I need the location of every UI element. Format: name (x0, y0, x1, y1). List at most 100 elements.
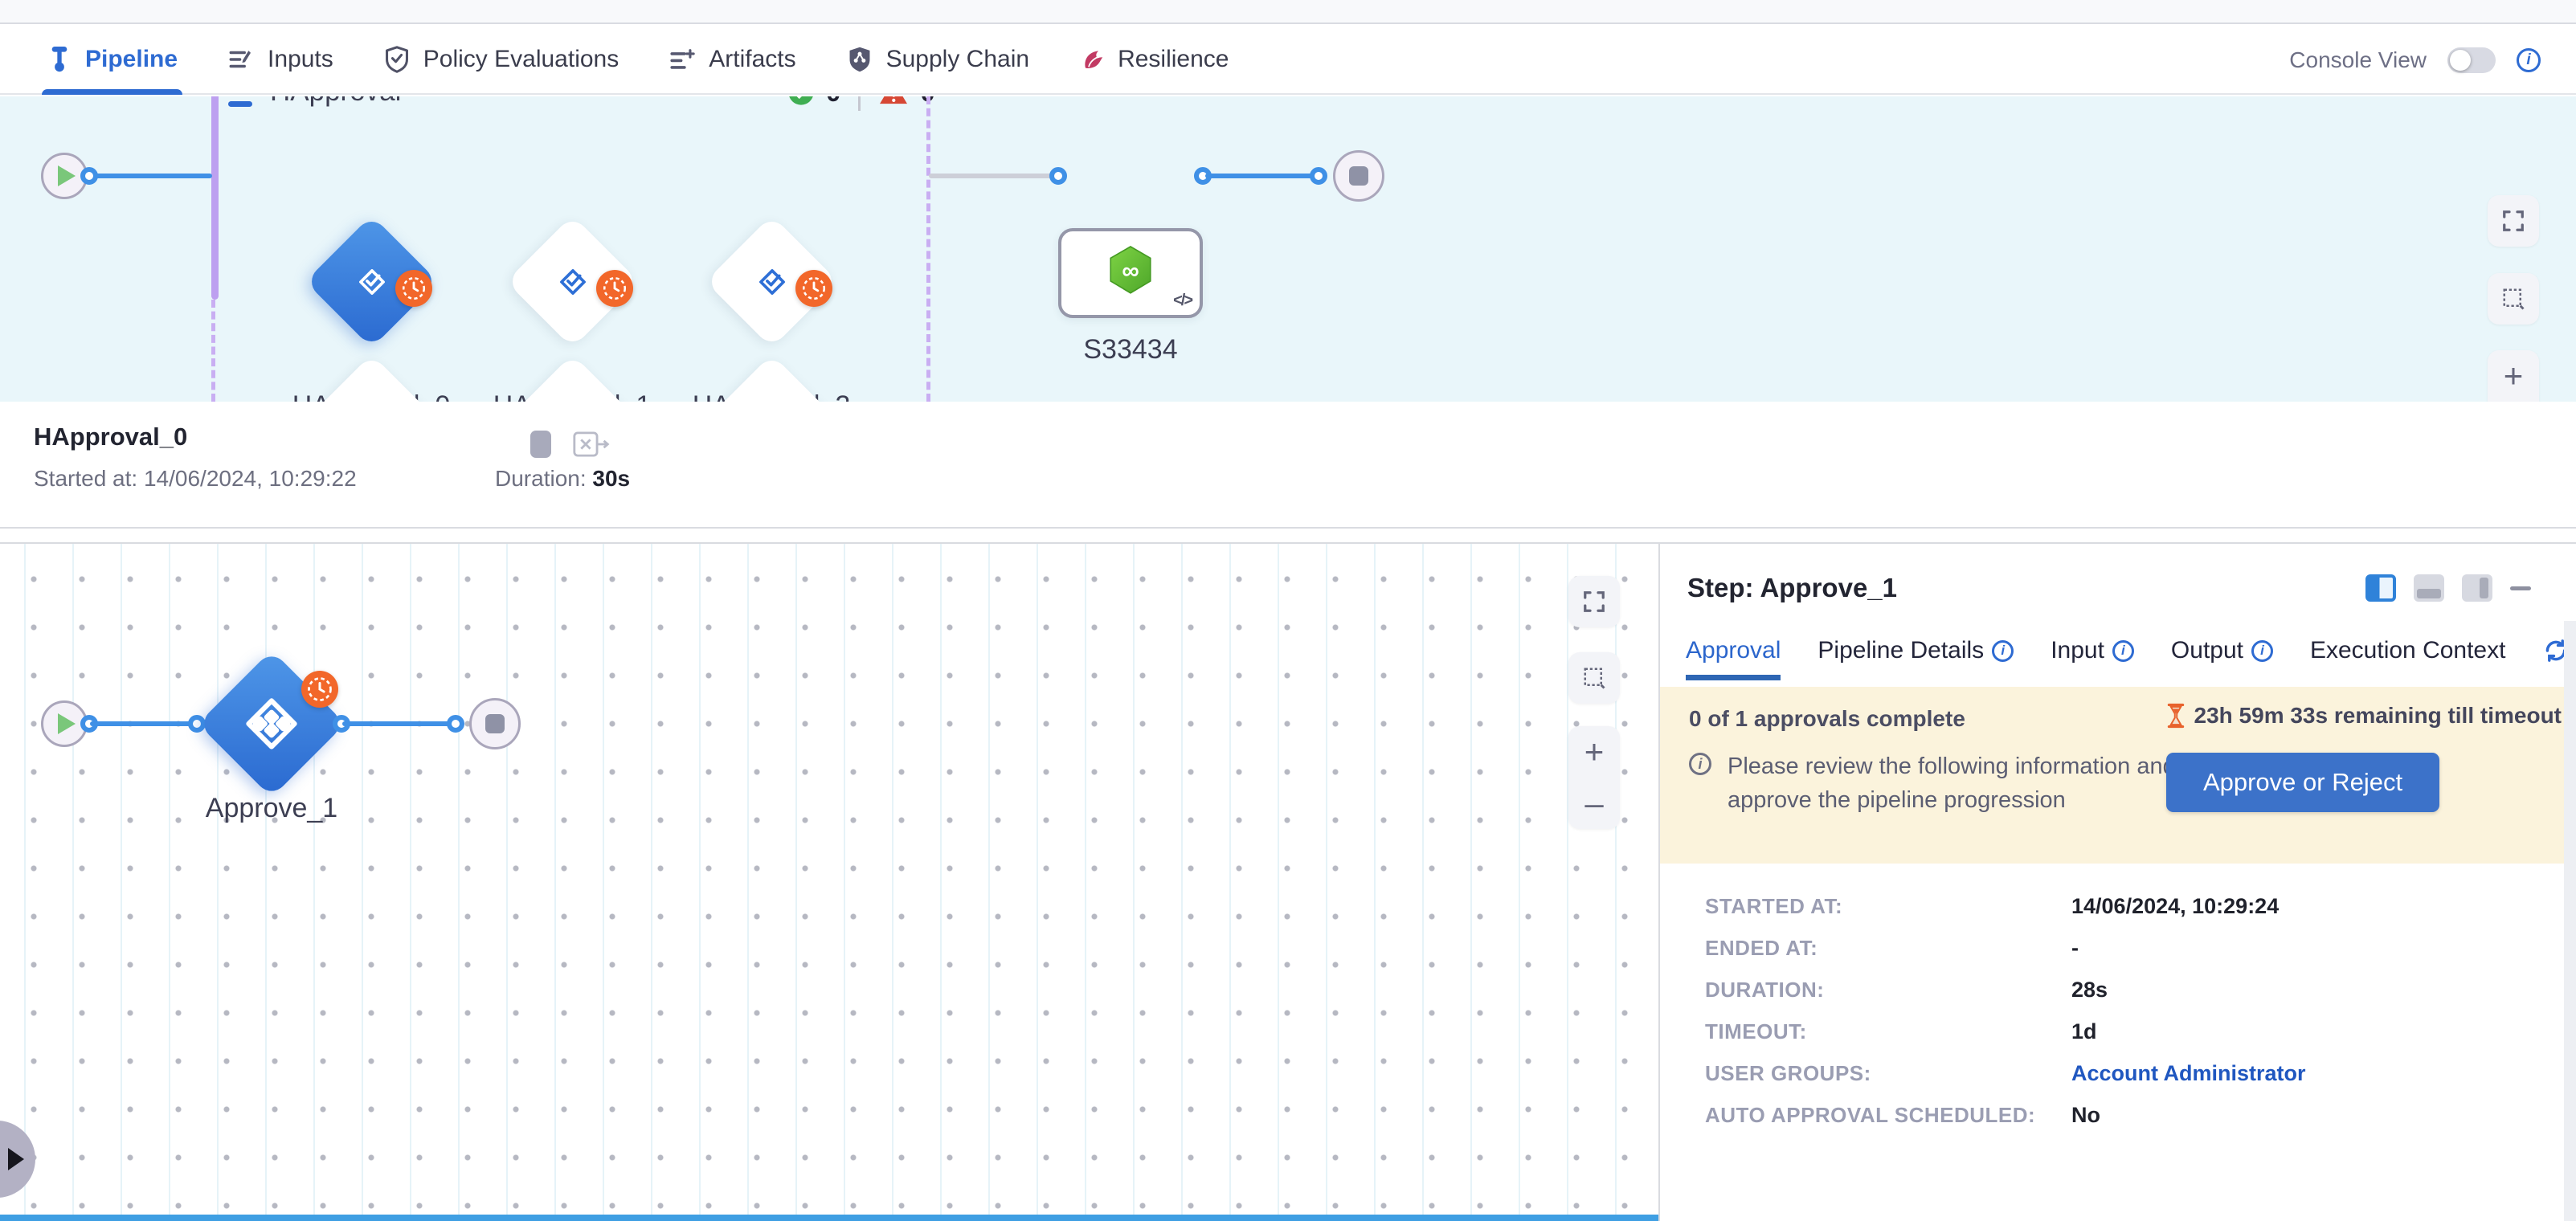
node-label: Approve_1 (206, 793, 337, 824)
window-top-strip (0, 0, 2576, 24)
connector-line (929, 174, 1059, 178)
stage-name: HApproval (270, 96, 401, 108)
step-end-node[interactable] (469, 698, 521, 749)
code-icon: </> (1173, 292, 1192, 310)
tab-label: Inputs (268, 46, 333, 73)
split-view-icon[interactable] (2365, 574, 2396, 602)
panel-layout-controls (2365, 574, 2531, 602)
policy-shield-icon (383, 45, 411, 74)
right-view-icon[interactable] (2462, 574, 2492, 602)
tab-inputs[interactable]: Inputs (227, 26, 333, 93)
connector-line (342, 721, 455, 726)
tab-output[interactable]: Output i (2171, 621, 2273, 680)
step-details-list: STARTED AT: 14/06/2024, 10:29:24 ENDED A… (1705, 894, 2560, 1145)
selection-tool-button[interactable] (2488, 273, 2539, 325)
console-view-label: Console View (2289, 47, 2427, 73)
tab-label: Policy Evaluations (423, 46, 619, 73)
error-badge-icon (878, 96, 909, 106)
timeout-clock-badge (596, 270, 633, 307)
pipeline-end-node[interactable] (1333, 150, 1384, 202)
console-view-toggle[interactable] (2447, 47, 2496, 73)
info-icon: i (2251, 640, 2273, 662)
harness-step-icon: ∞ (1104, 244, 1157, 302)
node-label: S33434 (1083, 334, 1177, 365)
detail-row-user-groups: USER GROUPS: Account Administrator (1705, 1061, 2560, 1086)
panel-tabs: Approval Pipeline Details i Input i Outp… (1686, 621, 2576, 680)
active-tab-underline (42, 89, 182, 95)
connector-line (1205, 174, 1318, 178)
info-icon: i (1689, 753, 1711, 775)
count-divider (858, 96, 861, 111)
fullscreen-button[interactable] (2488, 195, 2539, 247)
step-details-panel: Step: Approve_1 Approval Pipeline Detail… (1658, 544, 2576, 1221)
active-tab-underline (1686, 675, 1781, 680)
zoom-controls: + – (1568, 726, 1620, 829)
step-graph-canvas[interactable]: Approve_1 + – (0, 544, 1658, 1221)
tab-resilience[interactable]: Resilience (1079, 26, 1229, 93)
panel-scrollbar[interactable] (2564, 621, 2576, 1221)
zoom-out-button[interactable]: – (1584, 786, 1603, 820)
fullscreen-button[interactable] (1568, 576, 1620, 627)
tab-pipeline-details[interactable]: Pipeline Details i (1818, 621, 2014, 680)
toggle-knob (2450, 50, 2471, 71)
detail-row-ended-at: ENDED AT: - (1705, 936, 2560, 961)
tab-artifacts[interactable]: Artifacts (669, 26, 795, 93)
detail-row-started-at: STARTED AT: 14/06/2024, 10:29:24 (1705, 894, 2560, 919)
approvals-progress-text: 0 of 1 approvals complete (1689, 706, 1965, 732)
tab-supply-chain[interactable]: Supply Chain (846, 26, 1029, 93)
expand-arrow-icon (8, 1148, 24, 1170)
inputs-icon (227, 46, 255, 73)
tab-label: Pipeline (85, 46, 178, 73)
user-group-link[interactable]: Account Administrator (2071, 1061, 2306, 1086)
approval-message: i Please review the following informatio… (1689, 749, 2187, 817)
timeout-clock-badge (301, 671, 338, 708)
stage-boundary-right (926, 96, 930, 402)
stage-boundary-left-dashed (211, 300, 215, 402)
connector-dot (1049, 167, 1067, 185)
timeout-remaining: 23h 59m 33s remaining till timeout (2165, 703, 2562, 729)
zoom-in-button[interactable]: + (1584, 735, 1605, 769)
console-info-icon[interactable]: i (2517, 48, 2541, 72)
info-icon: i (1992, 640, 2014, 662)
minimize-panel-icon[interactable] (2510, 586, 2531, 590)
selected-step-title: HApproval_0 (34, 423, 187, 451)
connector-dot (447, 715, 464, 733)
connector-dot (80, 167, 98, 185)
zoom-in-button[interactable]: + (2504, 359, 2524, 393)
approve-or-reject-button[interactable]: Approve or Reject (2166, 753, 2439, 812)
supply-chain-shield-icon (846, 45, 873, 74)
skip-condition-icon (572, 429, 611, 459)
duration-text: Duration: 30s (495, 466, 630, 492)
node-s33434[interactable]: ∞ </> (1058, 228, 1203, 318)
connector-dot (1310, 167, 1327, 185)
connector-line (90, 721, 196, 726)
connector-line (90, 174, 212, 178)
stage-graph-canvas[interactable]: HApproval 0 0 HApproval_0 HAppro (0, 96, 2576, 402)
nav-right-controls: Console View i (2289, 26, 2541, 95)
tab-input[interactable]: Input i (2051, 621, 2134, 680)
collapse-stage-icon[interactable] (228, 101, 252, 107)
artifacts-icon (669, 46, 696, 73)
stop-icon (1349, 166, 1368, 186)
detail-row-auto-approval: AUTO APPROVAL SCHEDULED: No (1705, 1103, 2560, 1128)
info-icon: i (2112, 640, 2134, 662)
selection-tool-button[interactable] (1568, 652, 1620, 704)
zoom-controls: + – (2488, 350, 2539, 402)
stage-header[interactable]: HApproval (228, 96, 401, 108)
tab-pipeline[interactable]: Pipeline (47, 26, 178, 93)
tab-policy-evaluations[interactable]: Policy Evaluations (383, 26, 619, 93)
hourglass-icon (2165, 703, 2186, 729)
panel-resize-bar[interactable] (0, 1215, 1658, 1221)
bottom-view-icon[interactable] (2414, 574, 2444, 602)
tab-approval[interactable]: Approval (1686, 621, 1781, 680)
play-icon (58, 713, 76, 734)
svg-text:∞: ∞ (1122, 258, 1139, 284)
panel-title: Step: Approve_1 (1687, 573, 1897, 603)
tab-execution-context[interactable]: Execution Context (2310, 621, 2505, 680)
bottom-section: Approve_1 + – Step: Approve_1 (0, 542, 2576, 1219)
tab-label: Artifacts (709, 46, 795, 73)
detail-row-duration: DURATION: 28s (1705, 978, 2560, 1003)
stage-boundary-left (211, 96, 219, 300)
success-count: 0 (826, 96, 840, 108)
expand-panel-handle[interactable] (0, 1121, 35, 1198)
